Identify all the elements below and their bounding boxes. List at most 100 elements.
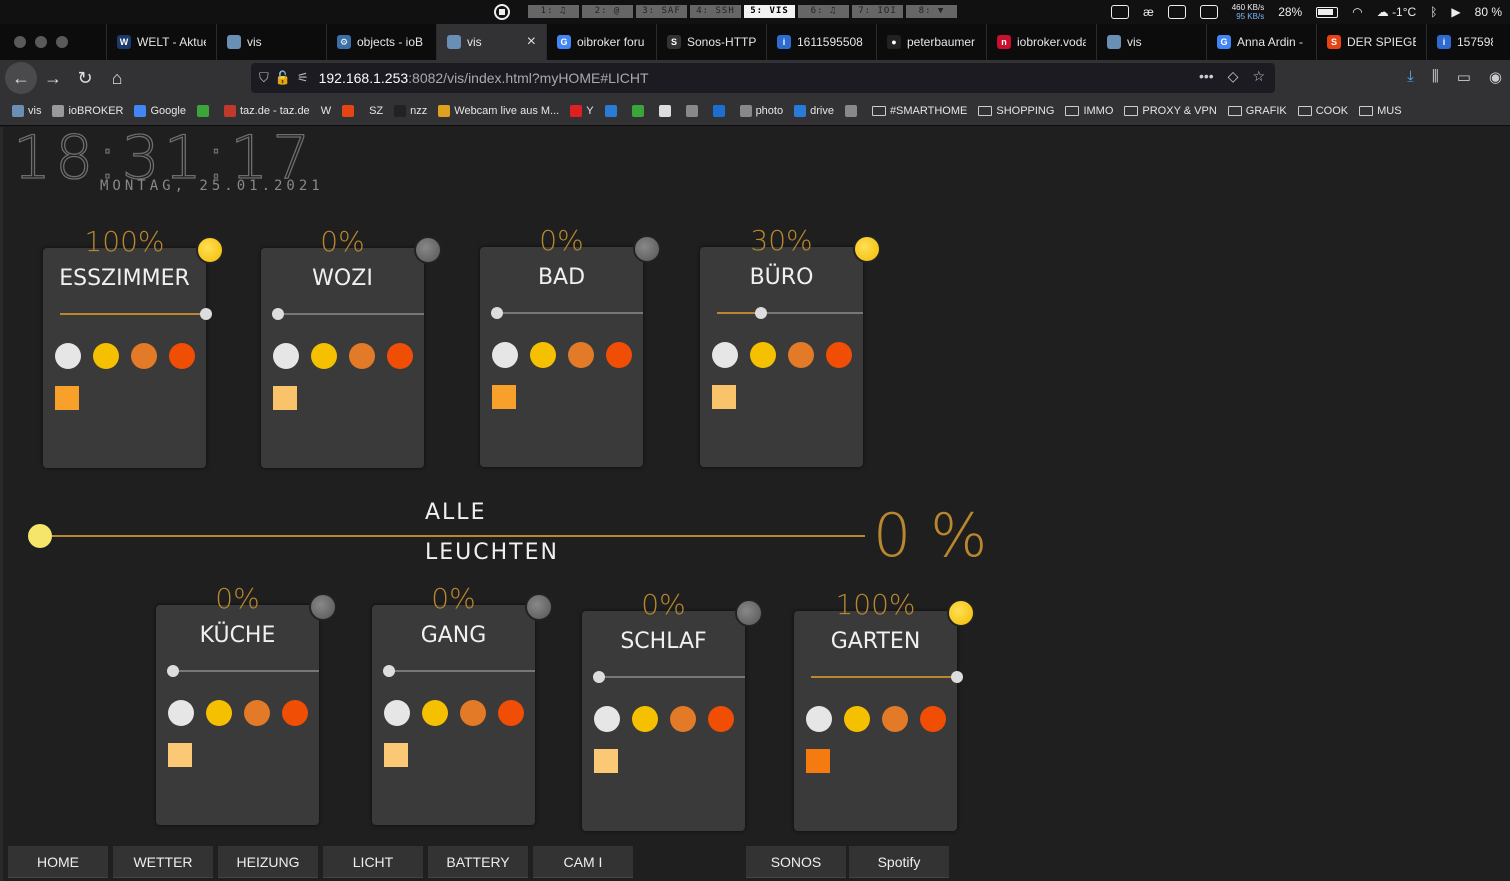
library-icon[interactable]: ⫼ — [1432, 68, 1439, 86]
bluetooth-icon[interactable]: ᛒ — [1430, 5, 1437, 19]
color-preset-button[interactable] — [670, 706, 696, 732]
color-preset-button[interactable] — [920, 706, 946, 732]
dimmer-slider-track[interactable] — [60, 308, 212, 320]
more-actions-icon[interactable]: ••• — [1199, 68, 1214, 85]
space-5[interactable]: 5: VIS — [744, 5, 795, 18]
sidebar-icon[interactable]: ▭ — [1457, 68, 1471, 86]
bookmark-folder[interactable]: #SMARTHOME — [871, 105, 967, 117]
browser-tab[interactable]: n iobroker.voda — [986, 24, 1096, 60]
color-preset-button[interactable] — [282, 700, 308, 726]
browser-tab[interactable]: S Sonos-HTTP — [656, 24, 766, 60]
bookmark-item[interactable] — [342, 104, 358, 117]
nav-button-wetter[interactable]: WETTER — [113, 846, 213, 878]
bookmark-item[interactable]: nzz — [394, 104, 427, 117]
color-picker-swatch[interactable] — [273, 386, 297, 410]
dimmer-slider-thumb[interactable] — [491, 307, 503, 319]
bookmark-item[interactable]: Y — [570, 104, 594, 117]
color-picker-swatch[interactable] — [712, 385, 736, 409]
color-preset-button[interactable] — [606, 342, 632, 368]
color-picker-swatch[interactable] — [594, 749, 618, 773]
weather[interactable]: ☁ -1°C — [1377, 5, 1416, 19]
dimmer-slider-thumb[interactable] — [200, 308, 212, 320]
color-preset-button[interactable] — [568, 342, 594, 368]
pocket-icon[interactable]: ◇ — [1228, 68, 1239, 85]
bookmark-item[interactable]: Google — [134, 104, 186, 117]
browser-tab[interactable]: G Anna Ardin - — [1206, 24, 1316, 60]
dimmer-slider-thumb[interactable] — [383, 665, 395, 677]
bookmark-folder[interactable]: PROXY & VPN — [1124, 105, 1217, 117]
bookmark-item[interactable]: taz.de - taz.de — [223, 104, 310, 117]
browser-tab[interactable]: ⚙ objects - ioB — [326, 24, 436, 60]
bookmark-item[interactable] — [844, 104, 861, 117]
bookmark-item[interactable]: SZ — [369, 105, 383, 117]
color-preset-button[interactable] — [708, 706, 734, 732]
color-preset-button[interactable] — [498, 700, 524, 726]
bookmark-item[interactable]: photo — [739, 104, 783, 117]
color-preset-button[interactable] — [349, 343, 375, 369]
color-preset-button[interactable] — [750, 342, 776, 368]
bookmark-folder[interactable]: MUS — [1359, 105, 1402, 117]
all-lights-slider-track[interactable] — [39, 535, 865, 537]
ae-icon[interactable]: æ — [1143, 5, 1154, 19]
dimmer-slider-thumb[interactable] — [167, 665, 179, 677]
dimmer-slider-track[interactable] — [491, 307, 643, 319]
color-preset-button[interactable] — [206, 700, 232, 726]
color-picker-swatch[interactable] — [806, 749, 830, 773]
light-toggle-button[interactable] — [414, 236, 442, 264]
color-preset-button[interactable] — [632, 706, 658, 732]
space-4[interactable]: 4: SSH — [690, 5, 741, 18]
dimmer-slider-track[interactable] — [167, 665, 319, 677]
cpu-load[interactable]: 28% — [1278, 5, 1302, 19]
minimize-window-button[interactable] — [35, 36, 47, 48]
color-preset-button[interactable] — [530, 342, 556, 368]
color-preset-button[interactable] — [460, 700, 486, 726]
close-tab-icon[interactable]: × — [527, 33, 536, 51]
light-toggle-button[interactable] — [853, 235, 881, 263]
color-preset-button[interactable] — [384, 700, 410, 726]
bookmark-item[interactable]: ioBROKER — [52, 104, 123, 117]
back-button[interactable]: ← — [5, 62, 37, 94]
bookmark-folder[interactable]: IMMO — [1065, 105, 1113, 117]
close-window-button[interactable] — [14, 36, 26, 48]
browser-tab[interactable]: vis × — [436, 24, 546, 60]
url-text[interactable]: 192.168.1.253:8082/vis/index.html?myHOME… — [319, 70, 649, 86]
nav-button-licht[interactable]: LICHT — [323, 846, 423, 878]
record-icon[interactable] — [494, 4, 510, 20]
bookmark-star-icon[interactable]: ☆ — [1252, 68, 1265, 85]
home-button[interactable]: ⌂ — [101, 62, 133, 94]
shield-icon[interactable]: ⛉ — [259, 70, 269, 86]
color-preset-button[interactable] — [244, 700, 270, 726]
reload-button[interactable]: ↻ — [69, 62, 101, 94]
browser-tab[interactable]: i 1611595508 — [766, 24, 876, 60]
bookmark-item[interactable] — [631, 104, 648, 117]
play-icon[interactable]: ▶ — [1451, 5, 1460, 19]
color-preset-button[interactable] — [168, 700, 194, 726]
forward-button[interactable]: → — [37, 62, 69, 94]
color-preset-button[interactable] — [492, 342, 518, 368]
color-preset-button[interactable] — [788, 342, 814, 368]
bookmark-item[interactable] — [685, 104, 702, 117]
account-icon[interactable]: ◉ — [1489, 68, 1502, 86]
window-icon[interactable] — [1167, 5, 1186, 19]
permissions-icon[interactable]: ⚟ — [297, 70, 309, 86]
nav-button-spotify[interactable]: Spotify — [849, 846, 949, 878]
dimmer-slider-track[interactable] — [272, 308, 424, 320]
light-toggle-button[interactable] — [309, 593, 337, 621]
color-preset-button[interactable] — [55, 343, 81, 369]
zoom-window-button[interactable] — [56, 36, 68, 48]
color-preset-button[interactable] — [844, 706, 870, 732]
dimmer-slider-thumb[interactable] — [754, 307, 767, 319]
space-1[interactable]: 1: ♫ — [528, 5, 579, 18]
dimmer-slider-thumb[interactable] — [593, 671, 605, 683]
browser-tab[interactable]: W WELT - Aktue — [106, 24, 216, 60]
light-toggle-button[interactable] — [525, 593, 553, 621]
color-preset-button[interactable] — [169, 343, 195, 369]
download-icon[interactable]: ⤓ — [1407, 68, 1414, 86]
color-picker-swatch[interactable] — [492, 385, 516, 409]
color-preset-button[interactable] — [311, 343, 337, 369]
wifi-icon[interactable]: ◠ — [1352, 5, 1362, 19]
browser-tab[interactable]: vis — [216, 24, 326, 60]
bookmark-folder[interactable]: GRAFIK — [1227, 105, 1287, 117]
space-8[interactable]: 8: ▼ — [906, 5, 957, 18]
bookmark-item[interactable] — [196, 104, 213, 117]
